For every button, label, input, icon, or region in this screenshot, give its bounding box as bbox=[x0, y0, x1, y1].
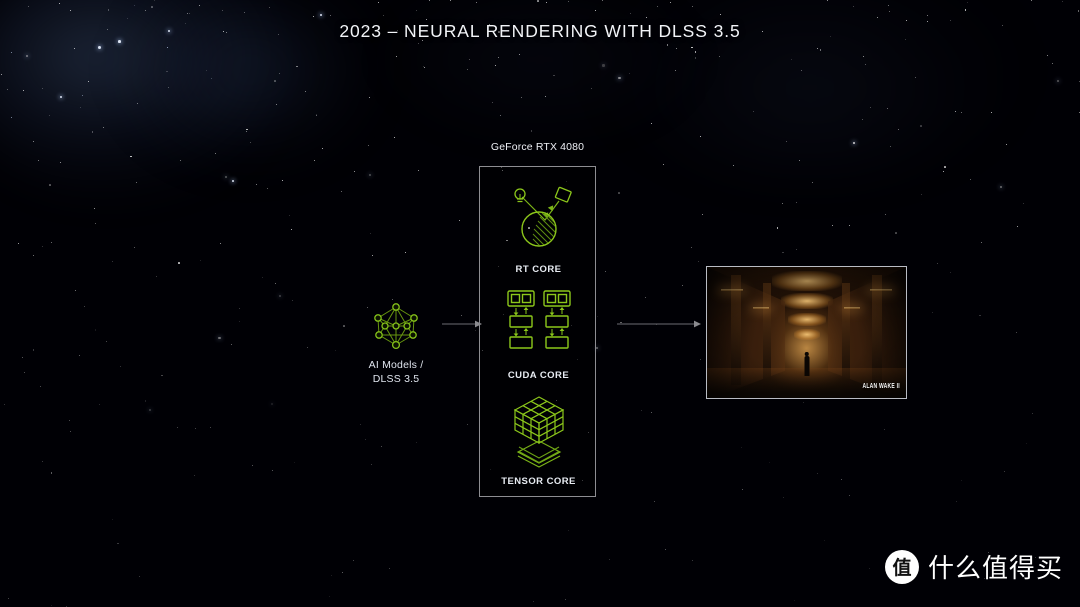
watermark-text: 什么值得买 bbox=[927, 553, 1063, 583]
scene-vignette bbox=[707, 267, 906, 398]
core-block-rt: RT CORE bbox=[480, 179, 597, 275]
tensor-cube-icon bbox=[513, 396, 564, 468]
game-title-logo: ALAN WAKE II bbox=[862, 383, 900, 390]
watermark-badge-icon: 值 bbox=[884, 549, 919, 584]
watermark: 值 什么值得买 bbox=[884, 548, 1063, 585]
core-label-tensor: TENSOR CORE bbox=[501, 476, 576, 487]
core-block-tensor: TENSOR CORE bbox=[480, 391, 597, 487]
cuda-cores-icon bbox=[506, 290, 571, 349]
slide-title: 2023 – NEURAL RENDERING WITH DLSS 3.5 bbox=[339, 21, 741, 41]
arrow-gpu-to-output bbox=[617, 320, 701, 328]
gpu-card: RT CORE CUDA CORE TENSOR CORE bbox=[479, 166, 596, 497]
ai-models-node: AI Models / DLSS 3.5 bbox=[352, 302, 440, 386]
ai-models-label: AI Models / DLSS 3.5 bbox=[368, 359, 424, 385]
core-label-cuda: CUDA CORE bbox=[507, 370, 570, 381]
neural-network-icon bbox=[374, 303, 418, 350]
slide-canvas: 2023 – NEURAL RENDERING WITH DLSS 3.5 AI… bbox=[0, 0, 1080, 607]
game-output-screenshot: ALAN WAKE II bbox=[706, 266, 907, 399]
core-block-cuda: CUDA CORE bbox=[480, 285, 597, 381]
gpu-card-title: GeForce RTX 4080 bbox=[490, 141, 585, 153]
core-label-rt: RT CORE bbox=[515, 264, 562, 275]
ray-tracing-icon bbox=[513, 186, 572, 247]
arrow-ai-to-gpu bbox=[442, 320, 482, 328]
